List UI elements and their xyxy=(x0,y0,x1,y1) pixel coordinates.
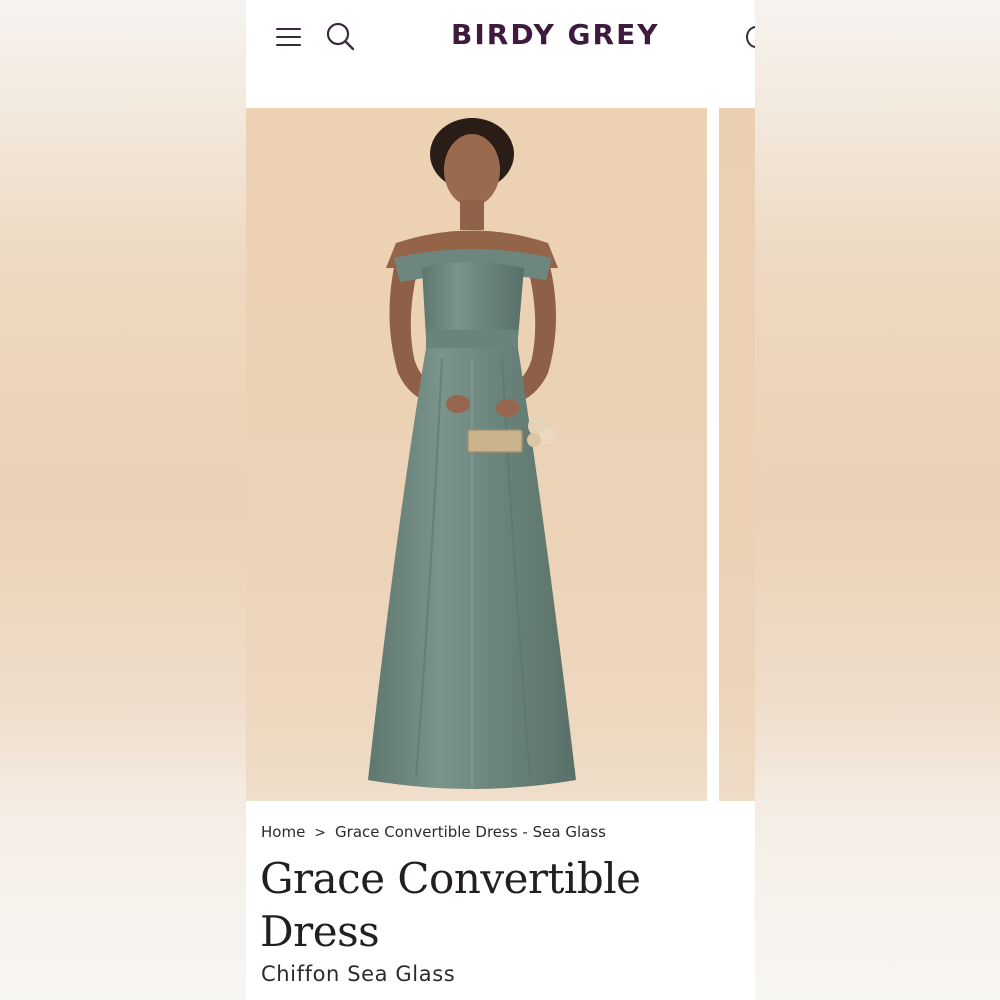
breadcrumb-current: Grace Convertible Dress - Sea Glass xyxy=(335,823,606,841)
product-photo[interactable] xyxy=(246,108,707,801)
search-icon[interactable] xyxy=(326,22,356,52)
product-gallery[interactable] xyxy=(246,108,755,801)
brand-logo[interactable]: BIRDY GREY xyxy=(451,18,660,51)
breadcrumb-separator: > xyxy=(314,825,327,841)
mobile-page: BIRDY GREY Home > Grace Convertible Dres… xyxy=(246,0,755,1000)
next-product-photo[interactable] xyxy=(719,108,755,801)
background-blur-right xyxy=(755,0,1000,1000)
site-header: BIRDY GREY xyxy=(246,0,755,108)
menu-icon[interactable] xyxy=(276,25,302,47)
breadcrumb-home-link[interactable]: Home xyxy=(261,823,305,841)
background-blur-left xyxy=(0,0,246,1000)
breadcrumb: Home > Grace Convertible Dress - Sea Glass xyxy=(261,823,606,841)
product-subtitle: Chiffon Sea Glass xyxy=(261,962,456,986)
product-title: Grace Convertible Dress xyxy=(260,854,641,956)
account-icon[interactable] xyxy=(746,26,755,48)
